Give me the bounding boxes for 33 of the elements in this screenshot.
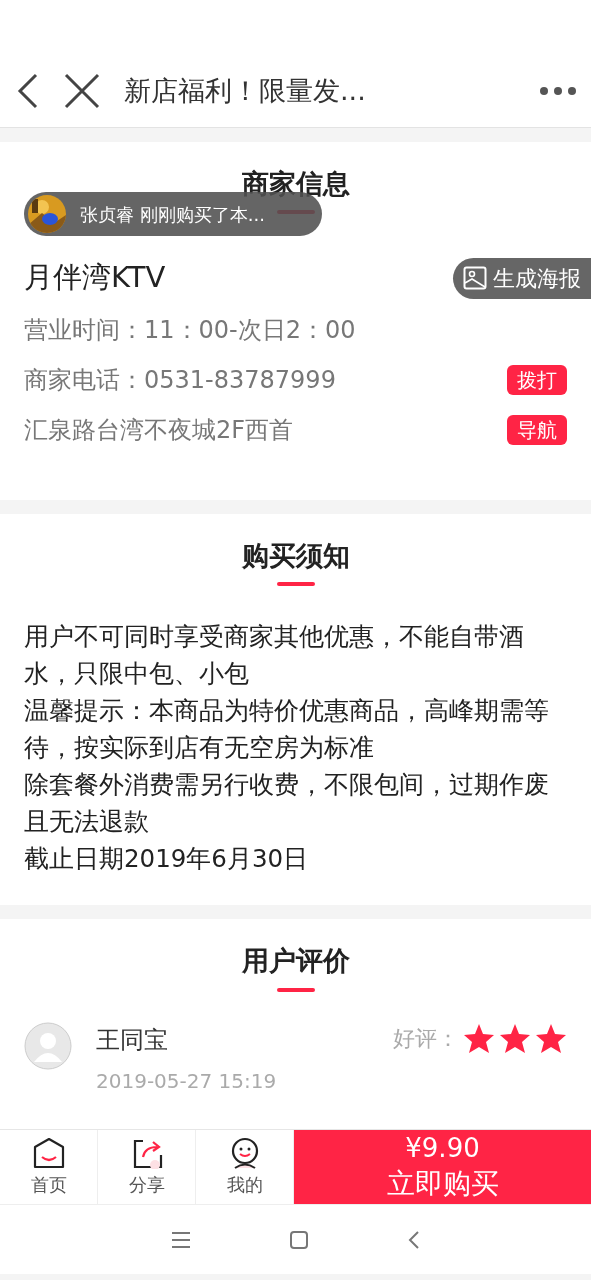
notice-text: 截止日期2019年6月30日 (24, 843, 310, 876)
notice-text: 温馨提示：本商品为特价优惠商品，高峰期需等待，按实际到店有无空房为标准 (24, 695, 550, 765)
poster-button[interactable]: 生成海报 (453, 257, 591, 299)
buy-button[interactable]: ¥9.90 立即购买 (294, 1130, 591, 1205)
action-button[interactable]: 拨打 (507, 364, 567, 395)
rating-label: 好评： (393, 1024, 459, 1053)
close-icon[interactable] (62, 71, 102, 111)
action-button[interactable]: 导航 (507, 414, 567, 445)
toast-text: 张贞睿 刚刚购买了本... (80, 202, 265, 227)
home-icon (32, 1136, 65, 1169)
more-icon[interactable] (539, 86, 577, 96)
star-icon (499, 1022, 531, 1054)
merchant-info: 营业时间：11：00-次日2：00 (24, 314, 356, 346)
section-title: 用户评价 (240, 944, 351, 978)
notice-text: 用户不可同时享受商家其他优惠，不能自带酒水，只限中包、小包 (24, 621, 525, 691)
back-icon[interactable] (407, 1230, 420, 1249)
star-icon (535, 1022, 567, 1054)
image-icon (463, 266, 487, 291)
menu-icon[interactable] (171, 1230, 190, 1249)
merchant-name: 月伴湾KTV (24, 259, 166, 297)
title-underline (276, 582, 315, 587)
page-title: 新店福利！限量发... (124, 73, 367, 108)
home-button-icon[interactable] (289, 1230, 308, 1249)
merchant-info: 汇泉路台湾不夜城2F西首 (24, 414, 294, 446)
notice-text: 除套餐外消费需另行收费，不限包间，过期作废且无法退款 (24, 769, 550, 839)
title-underline (276, 987, 315, 992)
star-icon (463, 1022, 495, 1054)
avatar-icon (24, 1021, 72, 1070)
review-time: 2019-05-27 15:19 (96, 1067, 278, 1095)
section-title: 购买须知 (240, 538, 351, 573)
merchant-info: 商家电话：0531-83787999 (24, 364, 336, 396)
reviewer-name: 王同宝 (96, 1024, 169, 1056)
section-title: 商家信息 (240, 167, 351, 201)
